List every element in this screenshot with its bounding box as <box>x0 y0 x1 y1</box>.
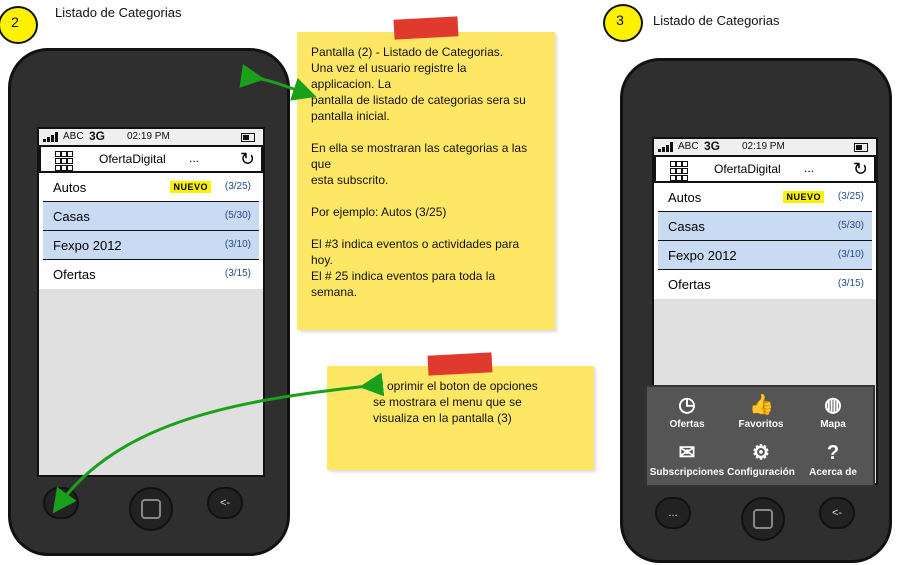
app-title: OfertaDigital <box>714 162 781 176</box>
options-menu: ◷ Ofertas 👍 Favoritos ◍ Mapa ✉ Subscripc… <box>645 385 875 487</box>
gear-icon: ⚙ <box>752 442 770 464</box>
category-row-fexpo[interactable]: Fexpo 2012 (3/10) <box>658 241 872 270</box>
menu-item-mapa[interactable]: ◍ Mapa <box>795 393 871 430</box>
menu-item-configuracion[interactable]: ⚙ Configuración <box>723 441 799 478</box>
category-count: (3/10) <box>837 249 864 260</box>
menu-item-acerca[interactable]: ? Acerca de <box>795 441 871 478</box>
network-label: 3G <box>704 139 721 153</box>
category-row-casas[interactable]: Casas (5/30) <box>658 212 872 241</box>
category-label: Ofertas <box>668 277 711 292</box>
arrow-to-options <box>52 372 385 514</box>
category-row-autos[interactable]: Autos NUEVO (3/25) <box>658 183 872 212</box>
status-bar: ABC 3G 02:19 PM <box>654 139 876 155</box>
battery-icon <box>854 143 868 152</box>
thumbs-up-icon: 👍 <box>749 394 774 416</box>
category-label: Casas <box>668 219 705 234</box>
signal-icon <box>658 142 674 152</box>
clock-label: 02:19 PM <box>742 141 785 152</box>
step-badge-3: 3 <box>603 4 643 42</box>
refresh-icon[interactable]: ↻ <box>853 159 868 179</box>
carrier-label: ABC <box>678 141 699 152</box>
envelope-icon: ✉ <box>678 442 696 464</box>
grid-menu-icon[interactable] <box>670 161 688 181</box>
screen-title-right: Listado de Categorias <box>653 13 780 28</box>
app-header: OfertaDigital ... ↻ <box>654 155 876 183</box>
category-count: (5/30) <box>837 220 864 231</box>
category-row-ofertas[interactable]: Ofertas (3/15) <box>658 270 872 299</box>
category-count: (3/15) <box>837 278 864 289</box>
category-label: Autos <box>668 190 702 205</box>
category-label: Fexpo 2012 <box>668 248 737 263</box>
globe-icon: ◍ <box>824 394 842 416</box>
back-button[interactable]: <- <box>819 497 855 529</box>
more-label[interactable]: ... <box>804 161 814 175</box>
menu-item-ofertas[interactable]: ◷ Ofertas <box>649 393 725 430</box>
help-icon: ? <box>826 442 840 464</box>
menu-item-subscripciones[interactable]: ✉ Subscripciones <box>649 441 725 478</box>
phone-right: ABC 3G 02:19 PM OfertaDigital ... ↻ Auto… <box>620 58 892 563</box>
arrow-to-phone <box>239 63 317 101</box>
category-count: (3/25) <box>837 191 864 202</box>
options-button[interactable]: ... <box>655 497 691 529</box>
new-badge: NUEVO <box>783 191 824 203</box>
clock-icon: ◷ <box>678 394 696 416</box>
menu-item-favoritos[interactable]: 👍 Favoritos <box>723 393 799 430</box>
home-button[interactable] <box>741 497 785 541</box>
